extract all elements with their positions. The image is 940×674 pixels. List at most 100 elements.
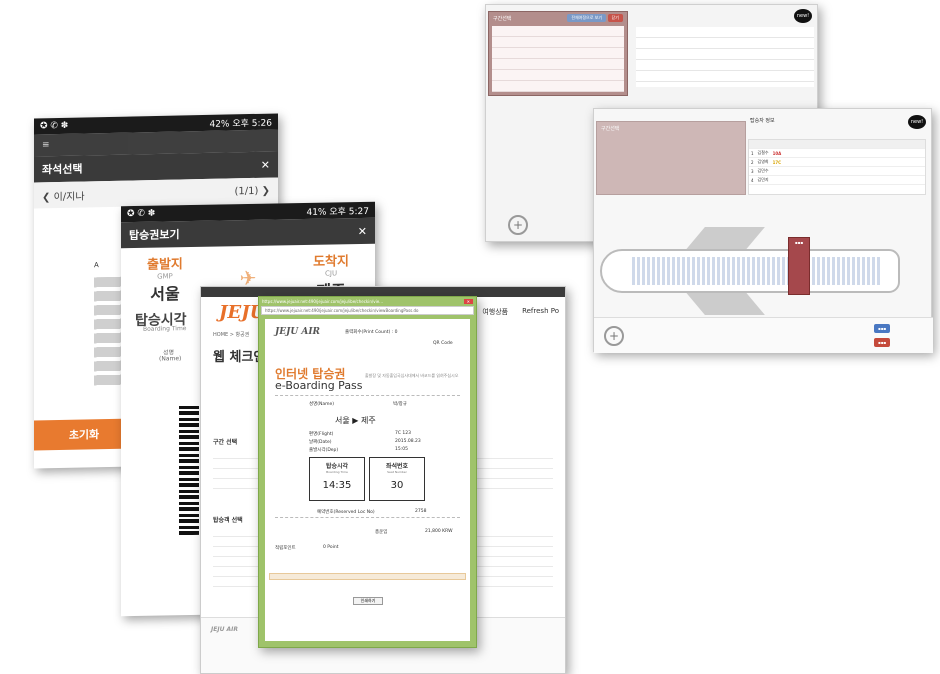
nav-item[interactable]: Refresh Po: [522, 307, 559, 317]
boarding-pass: JEJU AIR 출력회수(Print Count) : 0 QR Code 인…: [265, 319, 470, 641]
prev-label: 이/지나: [53, 190, 85, 203]
print-count: 출력회수(Print Count) : 0: [345, 330, 398, 335]
list-item[interactable]: [492, 48, 624, 59]
segment-popup-title: 구간선택: [601, 125, 620, 132]
row-seat: 17C: [772, 159, 782, 165]
name-value: 박/창규: [393, 402, 407, 407]
close-icon[interactable]: ✕: [463, 299, 473, 304]
notice-bar: [269, 573, 466, 580]
seat-number-box: 좌석번호 Seat Number 30: [369, 457, 425, 501]
list-item[interactable]: [492, 59, 624, 70]
list-item[interactable]: [492, 26, 624, 37]
departure-city: 서울: [150, 284, 180, 304]
all-itinerary-button[interactable]: 전체여정으로 보기: [567, 14, 607, 22]
footer-logo: JEJU AIR: [211, 626, 239, 633]
seat-window-front: 구간선택 탑승자 정보 new! 1 김철수 10A 2 김영희 17C 3 김…: [593, 108, 933, 353]
table-row[interactable]: 4 김민지: [749, 176, 925, 185]
segment-popup: 구간선택: [596, 121, 746, 195]
list-item[interactable]: [492, 37, 624, 48]
table-row[interactable]: 1 김철수 10A: [749, 149, 925, 158]
passenger-grid: [636, 27, 814, 87]
boarding-time-value: 14:35: [322, 480, 352, 491]
clock: 오후 5:26: [232, 118, 272, 129]
print-button[interactable]: 인쇄하기: [353, 597, 383, 605]
window-titlebar: https://www.jejuair.net:490/jejuair.com/…: [259, 297, 476, 306]
segment-popup: 구간선택 전체여정으로 보기 닫기: [488, 11, 628, 96]
section-segment-title: 구간 선택: [213, 439, 238, 446]
qr-code: [179, 404, 199, 536]
status-icons: ✪ ✆ ✽: [40, 120, 69, 132]
row-no: 2: [751, 159, 754, 165]
segment-popup-header: 구간선택 전체여정으로 보기 닫기: [489, 12, 627, 24]
dialog-title: 좌석선택: [42, 162, 83, 177]
dialog-title: 탑승권보기: [129, 228, 180, 243]
segment-popup-title: 구간선택: [493, 15, 512, 22]
window-title: https://www.jejuair.net:490/jejuair.com/…: [262, 299, 383, 304]
section-passenger-title: 탑승객 선택: [213, 517, 243, 524]
flight-label: 편명(Flight): [309, 432, 334, 437]
barcode-note: 출발장 및 자동출입국심사대에서 바코드를 읽혀주십시오: [365, 373, 459, 378]
row-name: 김영희: [757, 159, 769, 164]
seat-number-value: 30: [390, 480, 404, 491]
close-button[interactable]: 닫기: [607, 14, 623, 22]
close-icon[interactable]: ✕: [358, 224, 367, 237]
list-item[interactable]: [492, 81, 624, 92]
arrival-label: 도착지: [313, 254, 349, 270]
collage: 구간선택 전체여정으로 보기 닫기 new! + 구간선택 탑승자 정보 new: [0, 0, 940, 674]
row-no: 3: [751, 168, 754, 174]
segment-list: [492, 26, 624, 92]
name-label: 성명(Name): [309, 402, 335, 407]
zoom-in-icon[interactable]: +: [508, 215, 528, 235]
seat-number-sub: Seat Number: [387, 470, 407, 474]
date-label: 날짜(Date): [309, 440, 332, 445]
list-item[interactable]: [492, 70, 624, 81]
flight-value: 7C 123: [395, 431, 412, 436]
qr-code-label: QR Code: [433, 341, 453, 346]
pass-heading-en: e-Boarding Pass: [275, 379, 363, 392]
table-row[interactable]: 2 김영희 17C: [749, 158, 925, 167]
table-row[interactable]: 3 김민수: [749, 167, 925, 176]
reservation-value: 2758: [415, 509, 427, 514]
row-seat: 10A: [772, 150, 782, 156]
clock: 오후 5:27: [329, 206, 369, 218]
row-name: 김철수: [757, 150, 769, 155]
reservation-label: 예약번호(Reserved Loc No): [317, 510, 375, 515]
row-name: 김민수: [757, 168, 769, 173]
divider: [275, 517, 460, 518]
row-name: 김민지: [757, 177, 769, 182]
name-sub: (Name): [159, 355, 182, 363]
confirm-button[interactable]: ▪▪▪: [874, 324, 891, 333]
nav-item[interactable]: 여행상품: [482, 307, 508, 317]
main-nav: 여행상품 Refresh Po: [482, 307, 565, 317]
departure-label: 출발지: [147, 257, 183, 273]
address-bar[interactable]: https://www.jejuair.net:490/jejuair.com/…: [261, 306, 474, 315]
status-icons: ✪ ✆ ✽: [127, 208, 156, 220]
boarding-time-title: 탑승시각: [325, 463, 349, 470]
passenger-info-title: 탑승자 정보: [750, 118, 775, 124]
next-button[interactable]: (1/1) ❯: [235, 185, 270, 197]
zoom-in-icon[interactable]: +: [604, 326, 624, 346]
point-value: 0 Point: [323, 545, 339, 550]
seat-popup[interactable]: ▪▪▪: [788, 237, 810, 295]
route: 서울 ▶ 제주: [335, 416, 376, 425]
bottom-toolbar: + ▪▪▪ ▪▪▪: [594, 317, 933, 353]
fare-value: 21,800 KRW: [425, 529, 453, 534]
departure-label: 출발시각(Dep): [309, 448, 339, 453]
new-badge: new!: [794, 9, 812, 23]
passenger-list: 1 김철수 10A 2 김영희 17C 3 김민수 4 김민지: [748, 139, 926, 195]
page-indicator: (1/1): [234, 185, 259, 197]
prev-button[interactable]: ❮ 이/지나: [42, 187, 85, 203]
seat-grid[interactable]: [94, 276, 122, 388]
point-label: 적립포인트: [275, 546, 296, 551]
battery-level: 41%: [306, 207, 327, 218]
fare-label: 총운임: [375, 530, 388, 535]
boarding-time-sub: Boarding Time: [143, 325, 187, 333]
seat-map[interactable]: [632, 257, 882, 285]
close-icon[interactable]: ✕: [261, 158, 270, 171]
seat-number-title: 좌석번호: [385, 463, 409, 470]
cancel-button[interactable]: ▪▪▪: [874, 338, 891, 347]
reset-button[interactable]: 초기화: [34, 418, 134, 451]
divider: [275, 395, 460, 396]
date-value: 2015.08.23: [395, 439, 421, 444]
row-no: 1: [751, 150, 754, 156]
